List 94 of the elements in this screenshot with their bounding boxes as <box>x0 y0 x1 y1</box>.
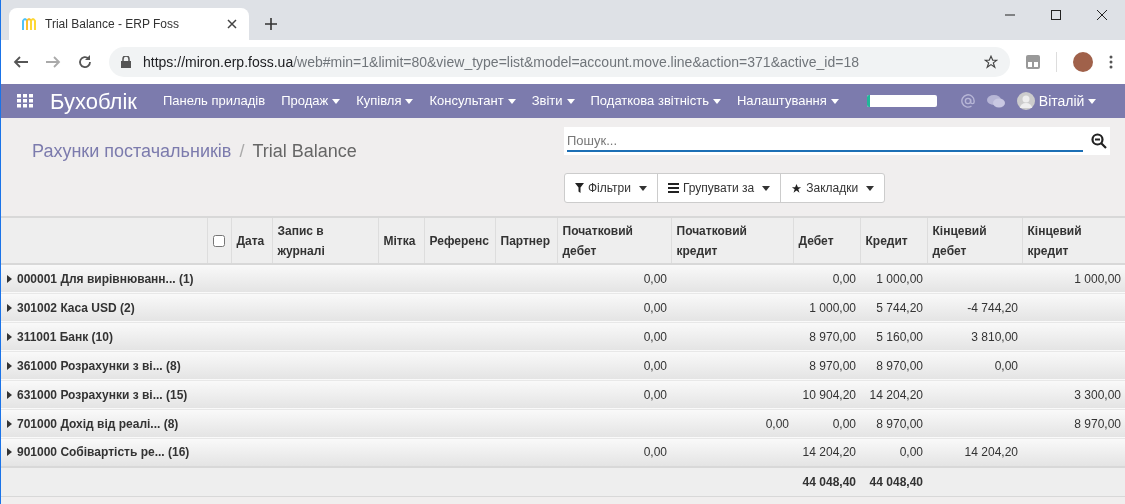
table-cell: 8 970,00 <box>809 358 856 373</box>
star-icon[interactable] <box>984 55 998 69</box>
caret-icon <box>507 98 516 104</box>
table-cell: 10 904,20 <box>802 387 856 402</box>
lock-icon <box>121 56 131 68</box>
table-cell: 14 204,20 <box>869 387 923 402</box>
caret-icon <box>762 185 771 191</box>
menu-icon[interactable] <box>1109 55 1113 69</box>
table-cell: 3 810,00 <box>971 329 1018 344</box>
group-row-label[interactable]: 631000 Розрахунки з ві... (15) <box>7 385 188 404</box>
table-cell: 0,00 <box>643 445 667 460</box>
table-cell: 1 000,00 <box>876 271 923 286</box>
group-row-label[interactable]: 000001 Для вирівнюванн... (1) <box>7 269 194 288</box>
table-cell: 8 970,00 <box>876 416 923 431</box>
extension-icon[interactable] <box>1026 55 1040 69</box>
toolbar-dropdown[interactable]: Фільтри <box>565 174 657 202</box>
column-header[interactable]: Кінцевий дебет <box>932 220 1017 261</box>
table-cell: 0,00 <box>643 271 667 286</box>
new-tab-icon[interactable] <box>265 18 277 30</box>
menu-item[interactable]: Консультант <box>421 91 524 111</box>
table-cell: 3 300,00 <box>1074 387 1121 402</box>
table-cell: 0,00 <box>643 358 667 373</box>
table-cell: 5 160,00 <box>876 329 923 344</box>
column-header[interactable]: Початковий кредит <box>676 220 788 261</box>
table-cell: 8 970,00 <box>876 358 923 373</box>
table-cell: 8 970,00 <box>809 329 856 344</box>
profile-avatar[interactable] <box>1073 52 1093 72</box>
group-row-label[interactable]: 301002 Каса USD (2) <box>7 298 135 317</box>
table-cell: 14 204,20 <box>802 445 856 460</box>
column-header[interactable]: Кінцевий кредит <box>1027 220 1120 261</box>
column-header[interactable]: Дата <box>236 230 267 251</box>
table-cell: 0,00 <box>832 416 856 431</box>
list-icon <box>668 183 679 193</box>
search-field[interactable]: Пошук... <box>564 127 1110 155</box>
close-icon[interactable] <box>227 19 237 29</box>
table-cell: 0,00 <box>899 445 923 460</box>
star-icon <box>791 182 803 194</box>
app-name: Бухоблік <box>50 87 137 116</box>
url-text: https://miron.erp.foss.ua/web#min=1&limit=80&view_type=list&model=account.move.line&action=371&active_id=18 <box>143 52 860 72</box>
group-row-label[interactable]: 701000 Дохід від реалі... (8) <box>7 414 179 433</box>
menu-item[interactable]: Налаштування <box>728 91 847 111</box>
menu-item[interactable]: Податкова звітність <box>582 91 729 111</box>
table-cell: 5 744,20 <box>876 300 923 315</box>
total-cell: 44 048,40 <box>802 474 856 489</box>
search-icon[interactable] <box>1091 133 1107 149</box>
table-cell: 0,00 <box>643 387 667 402</box>
table-cell: 0,00 <box>994 358 1018 373</box>
table-cell: 1 000,00 <box>809 300 856 315</box>
reload-icon[interactable] <box>77 54 93 70</box>
group-row-label[interactable]: 901000 Собівартість ре... (16) <box>7 443 190 462</box>
table-cell: 0,00 <box>832 271 856 286</box>
select-all-checkbox[interactable] <box>213 235 225 248</box>
browser-tab[interactable]: Trial Balance - ERP Foss <box>9 8 249 40</box>
table-cell: -4 744,20 <box>967 300 1018 315</box>
caret-icon <box>712 98 721 104</box>
logo-icon <box>21 16 37 32</box>
column-header[interactable]: Дебет <box>798 230 855 251</box>
user-menu[interactable]: Віталій <box>1038 90 1097 112</box>
menu-item[interactable]: Продаж <box>273 91 349 111</box>
menu-item[interactable]: Купівля <box>348 91 422 111</box>
caret-icon <box>566 98 575 104</box>
table-cell: 8 970,00 <box>1074 416 1121 431</box>
column-header[interactable]: Референс <box>429 230 490 251</box>
total-cell: 44 048,40 <box>869 474 923 489</box>
menu-item[interactable]: Звіти <box>523 91 583 111</box>
table-cell: 0,00 <box>765 416 789 431</box>
caret-icon <box>866 185 875 191</box>
breadcrumb-item: Trial Balance <box>252 140 357 163</box>
caret-icon <box>639 185 647 191</box>
menu-item[interactable]: Панель приладів <box>154 91 274 111</box>
group-row-label[interactable]: 361000 Розрахунки з ві... (8) <box>7 356 181 375</box>
breadcrumb-separator: / <box>239 140 245 163</box>
table-cell: 14 204,20 <box>964 445 1018 460</box>
back-icon[interactable] <box>13 54 29 70</box>
apps-icon[interactable] <box>17 94 33 108</box>
column-header[interactable]: Кредит <box>865 230 922 251</box>
caret-icon <box>405 98 414 104</box>
column-header[interactable]: Мітка <box>383 230 419 251</box>
address-bar[interactable]: https://miron.erp.foss.ua/web#min=1&limit=80&view_type=list&model=account.move.line&action=371&active_id=18 <box>109 47 1010 77</box>
filter-icon <box>575 183 584 193</box>
table-cell: 1 000,00 <box>1074 271 1121 286</box>
toolbar-dropdown[interactable]: Групувати за <box>657 174 781 202</box>
toolbar-dropdown[interactable]: Закладки <box>780 174 885 202</box>
caret-icon <box>332 98 341 104</box>
table-cell: 0,00 <box>643 300 667 315</box>
tab-title: Trial Balance - ERP Foss <box>45 16 181 33</box>
group-row-label[interactable]: 311001 Банк (10) <box>7 327 113 346</box>
caret-icon <box>1088 98 1097 104</box>
caret-icon <box>830 98 839 104</box>
table-cell: 0,00 <box>643 329 667 344</box>
column-header[interactable]: Початковий дебет <box>562 220 666 261</box>
column-header[interactable]: Запис в журналі <box>277 220 373 261</box>
column-header[interactable]: Партнер <box>500 230 552 251</box>
user-avatar[interactable] <box>1016 92 1035 110</box>
